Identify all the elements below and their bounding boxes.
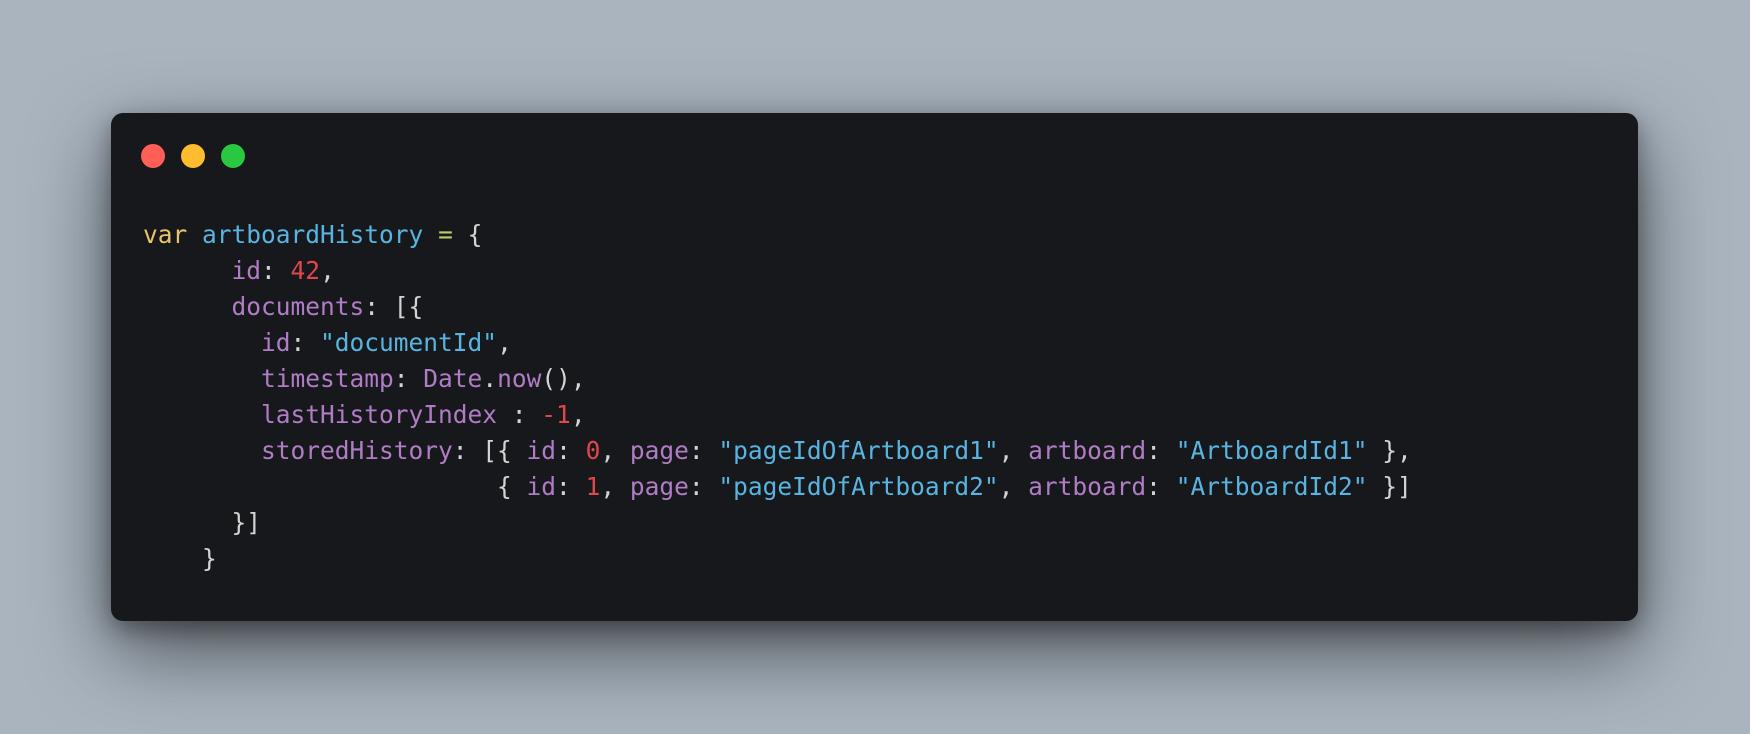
document-id-value: "documentId" <box>320 328 498 357</box>
code-line-2: id: 42, <box>231 256 335 285</box>
entry-id-key: id <box>526 436 557 465</box>
code-line-10: } <box>143 541 1412 577</box>
code-line-1: var artboardHistory = { <box>143 217 1412 253</box>
entry-id-value: 1 <box>585 472 601 501</box>
open-brace: { <box>467 220 483 249</box>
document-id-key: id <box>261 328 291 357</box>
maximize-button[interactable] <box>221 144 245 168</box>
call-parens: () <box>541 364 571 393</box>
last-history-index-value: -1 <box>541 400 571 429</box>
entry-id-value: 0 <box>585 436 601 465</box>
entry-page-value: "pageIdOfArtboard1" <box>718 436 999 465</box>
entry-artboard-key: artboard <box>1028 472 1147 501</box>
assign-operator: = <box>438 220 453 249</box>
timestamp-key: timestamp <box>261 364 394 393</box>
code-line-8: { id: 1, page: "pageIdOfArtboard2", artb… <box>497 472 1412 501</box>
close-button[interactable] <box>141 144 165 168</box>
code-block: var artboardHistory = { id: 42, document… <box>143 217 1412 577</box>
entry-artboard-value: "ArtboardId2" <box>1175 472 1368 501</box>
entry-artboard-value: "ArtboardId1" <box>1175 436 1368 465</box>
documents-key: documents <box>231 292 365 321</box>
code-line-7: storedHistory: [{ id: 0, page: "pageIdOf… <box>261 436 1412 465</box>
close-array-object: }] <box>231 508 262 537</box>
now-function: now <box>497 364 542 393</box>
minimize-button[interactable] <box>181 144 205 168</box>
keyword-var: var <box>143 220 188 249</box>
code-line-6: lastHistoryIndex : -1, <box>261 400 586 429</box>
variable-name: artboardHistory <box>202 220 424 249</box>
code-line-9: }] <box>143 505 1412 541</box>
open-array-object: [{ <box>393 292 424 321</box>
entry-page-value: "pageIdOfArtboard2" <box>718 472 999 501</box>
entry-id-key: id <box>526 472 557 501</box>
code-line-3: documents: [{ <box>231 292 424 321</box>
code-line-4: id: "documentId", <box>261 328 512 357</box>
id-value: 42 <box>290 256 321 285</box>
entry-artboard-key: artboard <box>1028 436 1147 465</box>
last-history-index-key: lastHistoryIndex <box>261 400 498 429</box>
entry-page-key: page <box>629 436 689 465</box>
code-line-5: timestamp: Date.now(), <box>261 364 586 393</box>
id-key: id <box>231 256 262 285</box>
stored-history-key: storedHistory <box>261 436 453 465</box>
entry-page-key: page <box>629 472 689 501</box>
close-brace: } <box>202 544 217 573</box>
code-window: var artboardHistory = { id: 42, document… <box>111 113 1638 621</box>
date-object: Date <box>423 364 483 393</box>
